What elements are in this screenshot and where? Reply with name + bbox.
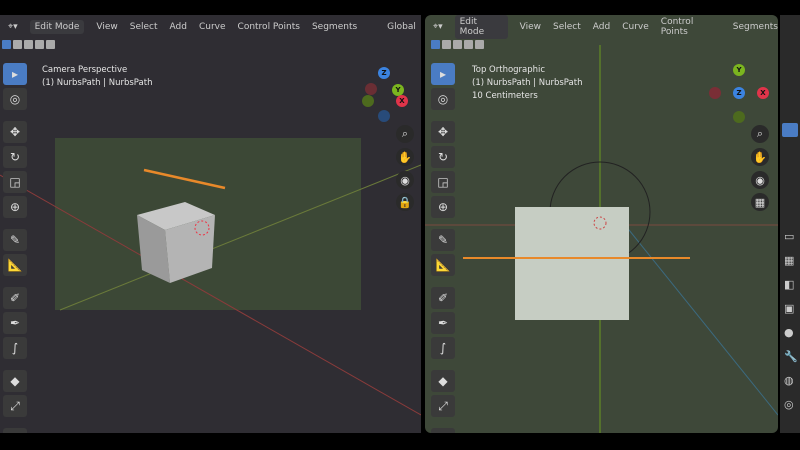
view-name: Camera Perspective xyxy=(42,65,128,75)
scale-tool-icon[interactable]: ◲ xyxy=(431,171,455,193)
select-mode-buttons[interactable] xyxy=(431,40,484,49)
viewport-info: Camera Perspective (1) NurbsPath | Nurbs… xyxy=(42,64,152,90)
camera-view-icon[interactable]: ◉ xyxy=(396,171,414,189)
menu-add[interactable]: Add xyxy=(170,22,187,32)
zoom-icon[interactable]: ⌕ xyxy=(751,125,769,143)
draw-tool-icon[interactable]: ✐ xyxy=(3,287,27,309)
pen-tool-icon[interactable]: ✒ xyxy=(431,312,455,334)
right-viewport[interactable]: ⌖▾ Edit Mode View Select Add Curve Contr… xyxy=(425,15,778,433)
toolbar-right: ▸ ◎ ✥ ↻ ◲ ⊕ ✎ 📐 ✐ ✒ ∫ ◆ ⤢ ▰ xyxy=(431,63,457,433)
tilt-tool-icon[interactable]: ◆ xyxy=(431,370,455,392)
tilt-tool-icon[interactable]: ◆ xyxy=(3,370,27,392)
gizmo-z[interactable]: Z xyxy=(378,67,390,79)
left-viewport[interactable]: ⌖▾ Edit Mode View Select Add Curve Contr… xyxy=(0,15,421,433)
pen-tool-icon[interactable]: ✒ xyxy=(3,312,27,334)
menu-segments[interactable]: Segments xyxy=(733,22,778,32)
menu-curve[interactable]: Curve xyxy=(622,22,649,32)
header-left: ⌖▾ Edit Mode View Select Add Curve Contr… xyxy=(0,15,421,39)
menu-view[interactable]: View xyxy=(96,22,117,32)
menu-control-points[interactable]: Control Points xyxy=(661,17,721,37)
measure-tool-icon[interactable]: 📐 xyxy=(431,254,455,276)
cursor-tool-icon[interactable]: ◎ xyxy=(431,88,455,110)
lock-icon[interactable]: 🔒 xyxy=(396,193,414,211)
zoom-icon[interactable]: ⌕ xyxy=(396,125,414,143)
measure-tool-icon[interactable]: 📐 xyxy=(3,254,27,276)
gizmo-x[interactable]: X xyxy=(396,95,408,107)
gizmo-y[interactable]: Y xyxy=(733,64,745,76)
mode-select[interactable]: Edit Mode xyxy=(29,20,85,34)
menu-segments[interactable]: Segments xyxy=(312,22,357,32)
gizmo-x[interactable]: X xyxy=(757,87,769,99)
randomize-tool-icon[interactable]: ▰ xyxy=(3,428,27,433)
gizmo-z[interactable]: Z xyxy=(733,87,745,99)
transform-tool-icon[interactable]: ⊕ xyxy=(431,196,455,218)
viewport-info: Top Orthographic (1) NurbsPath | NurbsPa… xyxy=(472,64,582,103)
menu-select[interactable]: Select xyxy=(130,22,158,32)
select-tool-icon[interactable]: ▸ xyxy=(431,63,455,85)
select-tool-icon[interactable]: ▸ xyxy=(3,63,27,85)
gizmo-neg-x[interactable] xyxy=(709,87,721,99)
gizmo-neg-z[interactable] xyxy=(378,110,390,122)
radius-tool-icon[interactable]: ⤢ xyxy=(431,395,455,417)
header-right: ⌖▾ Edit Mode View Select Add Curve Contr… xyxy=(425,15,778,39)
move-tool-icon[interactable]: ✥ xyxy=(3,121,27,143)
radius-tool-icon[interactable]: ⤢ xyxy=(3,395,27,417)
menu-view[interactable]: View xyxy=(520,22,541,32)
properties-tabs[interactable]: ▭ ▦ ◧ ▣ ● 🔧 ◍ ◎ xyxy=(784,225,798,417)
gizmo-neg-y[interactable] xyxy=(733,111,745,123)
curve-tool-icon[interactable]: ∫ xyxy=(431,337,455,359)
orientation-select[interactable]: Global xyxy=(387,22,416,32)
rotate-tool-icon[interactable]: ↻ xyxy=(3,146,27,168)
editor-type-icon[interactable]: ⌖▾ xyxy=(8,22,18,32)
object-info: (1) NurbsPath | NurbsPath xyxy=(472,78,583,88)
menu-control-points[interactable]: Control Points xyxy=(238,22,300,32)
randomize-tool-icon[interactable]: ▰ xyxy=(431,428,455,433)
toolbar-left: ▸ ◎ ✥ ↻ ◲ ⊕ ✎ 📐 ✐ ✒ ∫ ◆ ⤢ ▰ xyxy=(3,63,29,433)
view-name: Top Orthographic xyxy=(472,65,546,75)
menu-select[interactable]: Select xyxy=(553,22,581,32)
cube-top-view xyxy=(515,207,629,320)
gizmo-neg-x[interactable] xyxy=(365,83,377,95)
cursor-tool-icon[interactable]: ◎ xyxy=(3,88,27,110)
transform-tool-icon[interactable]: ⊕ xyxy=(3,196,27,218)
gizmo-neg-y[interactable] xyxy=(362,95,374,107)
menu-curve[interactable]: Curve xyxy=(199,22,226,32)
rotate-tool-icon[interactable]: ↻ xyxy=(431,146,455,168)
pan-hand-icon[interactable]: ✋ xyxy=(751,148,769,166)
annotate-tool-icon[interactable]: ✎ xyxy=(3,229,27,251)
scale-tool-icon[interactable]: ◲ xyxy=(3,171,27,193)
mode-select[interactable]: Edit Mode xyxy=(454,15,508,39)
properties-sidebar: ▭ ▦ ◧ ▣ ● 🔧 ◍ ◎ xyxy=(780,15,800,433)
properties-tab-active-icon[interactable] xyxy=(782,123,798,137)
object-info: (1) NurbsPath | NurbsPath xyxy=(42,78,153,88)
camera-view-icon[interactable]: ◉ xyxy=(751,171,769,189)
annotate-tool-icon[interactable]: ✎ xyxy=(431,229,455,251)
move-tool-icon[interactable]: ✥ xyxy=(431,121,455,143)
select-mode-buttons[interactable] xyxy=(2,40,55,49)
pan-hand-icon[interactable]: ✋ xyxy=(396,148,414,166)
curve-tool-icon[interactable]: ∫ xyxy=(3,337,27,359)
editor-type-icon[interactable]: ⌖▾ xyxy=(433,22,443,32)
camera-line xyxy=(624,224,778,416)
menu-add[interactable]: Add xyxy=(593,22,610,32)
scale-info: 10 Centimeters xyxy=(472,91,538,101)
grid-toggle-icon[interactable]: ▦ xyxy=(751,193,769,211)
draw-tool-icon[interactable]: ✐ xyxy=(431,287,455,309)
